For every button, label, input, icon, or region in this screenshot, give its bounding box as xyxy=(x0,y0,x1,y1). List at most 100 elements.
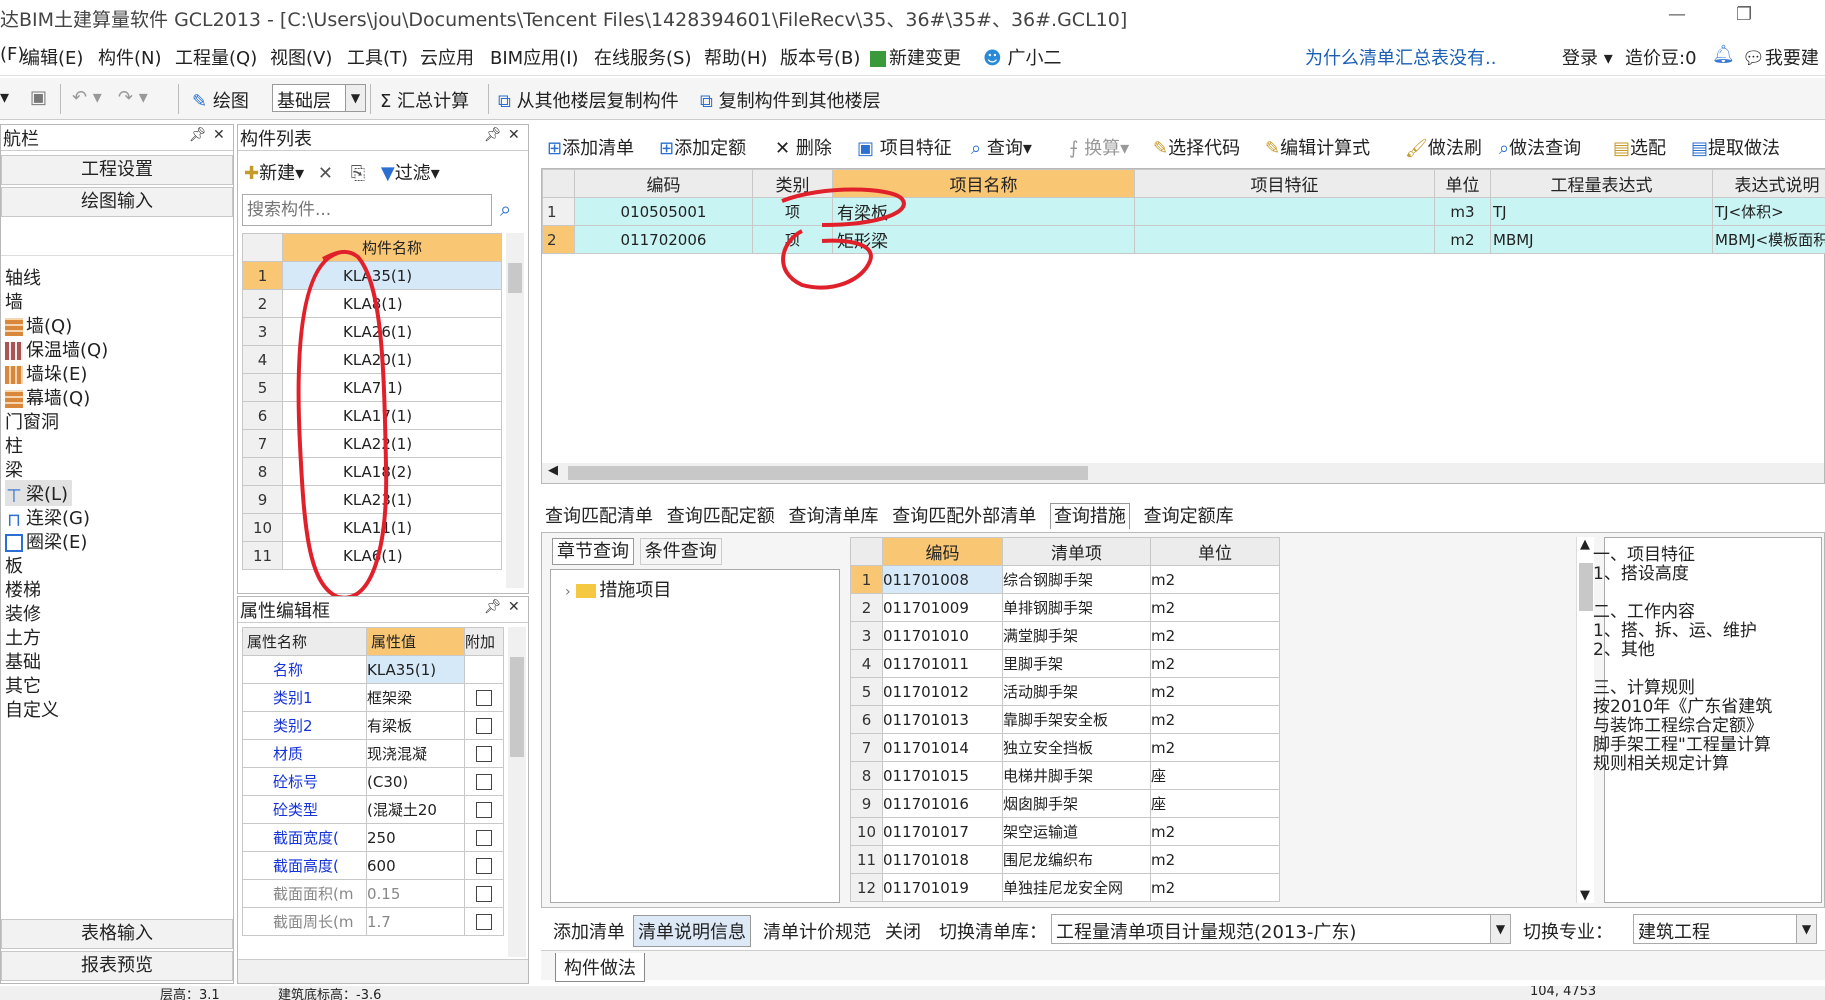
component-search-input[interactable] xyxy=(242,194,492,226)
minimize-icon[interactable]: — xyxy=(1668,4,1686,25)
menu-assistant[interactable]: ☻ 广小二 xyxy=(983,44,1062,70)
nav-item-insulation-wall[interactable]: 保温墙(Q) xyxy=(5,336,108,362)
nav-item-axis[interactable]: 轴线 xyxy=(5,264,41,290)
table-row[interactable]: 1 011701008 综合钢脚手架 m2 xyxy=(850,565,1280,594)
nav-group-stair[interactable]: 楼梯 xyxy=(5,576,41,602)
menu-edit[interactable]: 编辑(E) xyxy=(22,44,83,70)
table-row[interactable]: 4 011701011 里脚手架 m2 xyxy=(850,649,1280,678)
add-quota-button[interactable]: ⊞添加定额 xyxy=(659,134,746,160)
nav-item-ring-beam[interactable]: 圈梁(E) xyxy=(5,528,87,554)
nav-group-foundation[interactable]: 基础 xyxy=(5,648,41,674)
feedback-button[interactable]: 💬︎我要建 xyxy=(1742,44,1819,70)
nav-group-wall[interactable]: 墙 xyxy=(5,288,23,314)
list-scrollbar[interactable]: ▲ ▼ xyxy=(1576,537,1594,903)
attach-checkbox[interactable] xyxy=(476,718,492,734)
menu-new-change[interactable]: 新建变更 xyxy=(870,44,961,70)
menu-file[interactable]: (F) xyxy=(0,44,24,65)
table-row[interactable]: 2 011701009 单排钢脚手架 m2 xyxy=(850,593,1280,622)
login-button[interactable]: 登录 ▾ xyxy=(1562,44,1613,70)
menu-help[interactable]: 帮助(H) xyxy=(704,44,768,70)
menu-view[interactable]: 视图(V) xyxy=(270,44,332,70)
query-button[interactable]: ⌕ 查询▾ xyxy=(971,134,1032,160)
select-code-button[interactable]: ✎选择代码 xyxy=(1153,134,1240,160)
restore-icon[interactable]: ❐ xyxy=(1736,4,1752,25)
menu-cloud[interactable]: 云应用 xyxy=(420,44,474,70)
tab-query-match-quota[interactable]: 查询匹配定额 xyxy=(667,506,775,527)
bell-icon[interactable]: 🔔︎ xyxy=(1712,44,1735,65)
table-row[interactable]: 5 011701012 活动脚手架 m2 xyxy=(850,677,1280,706)
method-table-hscrollbar[interactable]: ◀ xyxy=(542,463,1824,483)
table-row[interactable]: 7 011701014 独立安全挡板 m2 xyxy=(850,733,1280,762)
new-file-icon[interactable]: ▾ xyxy=(0,87,9,108)
nav-item-wall[interactable]: 墙(Q) xyxy=(5,312,72,338)
nav-item-link-beam[interactable]: ⊓ 连梁(G) xyxy=(5,504,90,531)
tab-query-external-list[interactable]: 查询匹配外部清单 xyxy=(892,506,1036,527)
property-scrollbar[interactable] xyxy=(508,627,526,957)
attach-checkbox[interactable] xyxy=(476,914,492,930)
attach-checkbox[interactable] xyxy=(476,802,492,818)
close-icon[interactable]: ✕ xyxy=(508,599,520,615)
pricing-rule-button[interactable]: 清单计价规范 xyxy=(763,918,871,944)
tab-component-method[interactable]: 构件做法 xyxy=(555,953,645,982)
save-icon[interactable]: ▣ xyxy=(30,87,47,108)
tab-query-match-list[interactable]: 查询匹配清单 xyxy=(545,506,653,527)
table-row[interactable]: 10 011701017 架空运输道 m2 xyxy=(850,817,1280,846)
attach-checkbox[interactable] xyxy=(476,690,492,706)
convert-button[interactable]: ⨍ 换算▾ xyxy=(1069,134,1129,160)
delete-icon[interactable]: ✕ xyxy=(318,163,333,184)
tab-query-quota-lib[interactable]: 查询定额库 xyxy=(1144,506,1234,527)
pin-icon[interactable]: 📌︎ xyxy=(484,127,502,143)
attach-checkbox[interactable] xyxy=(476,774,492,790)
list-lib-select[interactable]: 工程量清单项目计量规范(2013-广东) ▼ xyxy=(1051,914,1511,944)
filter-button[interactable]: ▼过滤▾ xyxy=(381,163,440,184)
method-query-button[interactable]: ⌕做法查询 xyxy=(1499,134,1581,160)
nav-item-curtain-wall[interactable]: 幕墙(Q) xyxy=(5,384,90,410)
nav-filter-row[interactable] xyxy=(1,220,233,256)
copy-icon[interactable]: ⎘ xyxy=(351,163,365,184)
nav-group-slab[interactable]: 板 xyxy=(5,552,23,578)
tab-chapter-query[interactable]: 章节查询 xyxy=(552,538,634,565)
nav-group-earthwork[interactable]: 土方 xyxy=(5,624,41,650)
edit-formula-button[interactable]: ✎编辑计算式 xyxy=(1265,134,1370,160)
nav-group-column[interactable]: 柱 xyxy=(5,432,23,458)
project-settings-button[interactable]: 工程设置 xyxy=(1,155,233,185)
delete-button[interactable]: ✕ 删除 xyxy=(775,134,832,160)
add-list-bottom-button[interactable]: 添加清单 xyxy=(553,918,625,944)
search-icon[interactable]: ⌕ xyxy=(500,197,511,221)
floor-select[interactable]: 基础层 ▼ xyxy=(272,84,366,112)
nav-group-door-window[interactable]: 门窗洞 xyxy=(5,408,59,434)
tab-condition-query[interactable]: 条件查询 xyxy=(639,538,722,565)
nav-group-other[interactable]: 其它 xyxy=(5,672,41,698)
property-hscrollbar[interactable] xyxy=(238,959,528,983)
table-input-button[interactable]: 表格输入 xyxy=(1,919,233,949)
attach-checkbox[interactable] xyxy=(476,746,492,762)
undo-icon[interactable]: ↶ ▾ xyxy=(72,87,102,108)
close-icon[interactable]: ✕ xyxy=(213,127,225,143)
item-feature-button[interactable]: ▣ 项目特征 xyxy=(857,134,952,160)
nav-group-custom[interactable]: 自定义 xyxy=(5,696,59,722)
attach-checkbox[interactable] xyxy=(476,858,492,874)
table-row[interactable]: 9 011701016 烟囱脚手架座 xyxy=(850,789,1280,818)
extract-method-button[interactable]: ▤提取做法 xyxy=(1691,134,1780,160)
list-info-button[interactable]: 清单说明信息 xyxy=(633,915,751,947)
component-list-scrollbar[interactable] xyxy=(506,233,524,588)
table-row[interactable]: 1 010505001 项 有梁板 m3 TJ TJ<体积> xyxy=(542,197,1825,226)
tab-query-measures[interactable]: 查询措施 xyxy=(1049,503,1130,529)
nav-item-pilaster[interactable]: 墙垛(E) xyxy=(5,360,87,386)
table-row[interactable]: 6 011701013 靠脚手架安全板 m2 xyxy=(850,705,1280,734)
new-component-button[interactable]: ✚新建▾ xyxy=(244,163,304,184)
close-bottom-button[interactable]: 关闭 xyxy=(885,918,921,944)
table-row[interactable]: 8 011701015 电梯井脚手架座 xyxy=(850,761,1280,790)
table-row[interactable]: 11 011701018 围尼龙编织布 m2 xyxy=(850,845,1280,874)
drawing-input-button[interactable]: 绘图输入 xyxy=(1,187,233,217)
attach-checkbox[interactable] xyxy=(476,830,492,846)
select-match-button[interactable]: ▤选配 xyxy=(1613,134,1666,160)
menu-component[interactable]: 构件(N) xyxy=(98,44,162,70)
menu-online[interactable]: 在线服务(S) xyxy=(594,44,691,70)
copy-to-floor-button[interactable]: ⧉ 复制构件到其他楼层 xyxy=(700,87,881,113)
add-list-button[interactable]: ⊞添加清单 xyxy=(547,134,634,160)
attach-checkbox[interactable] xyxy=(476,886,492,902)
major-select[interactable]: 建筑工程 ▼ xyxy=(1633,914,1817,944)
nav-group-decoration[interactable]: 装修 xyxy=(5,600,41,626)
nav-group-beam[interactable]: 梁 xyxy=(5,456,23,482)
